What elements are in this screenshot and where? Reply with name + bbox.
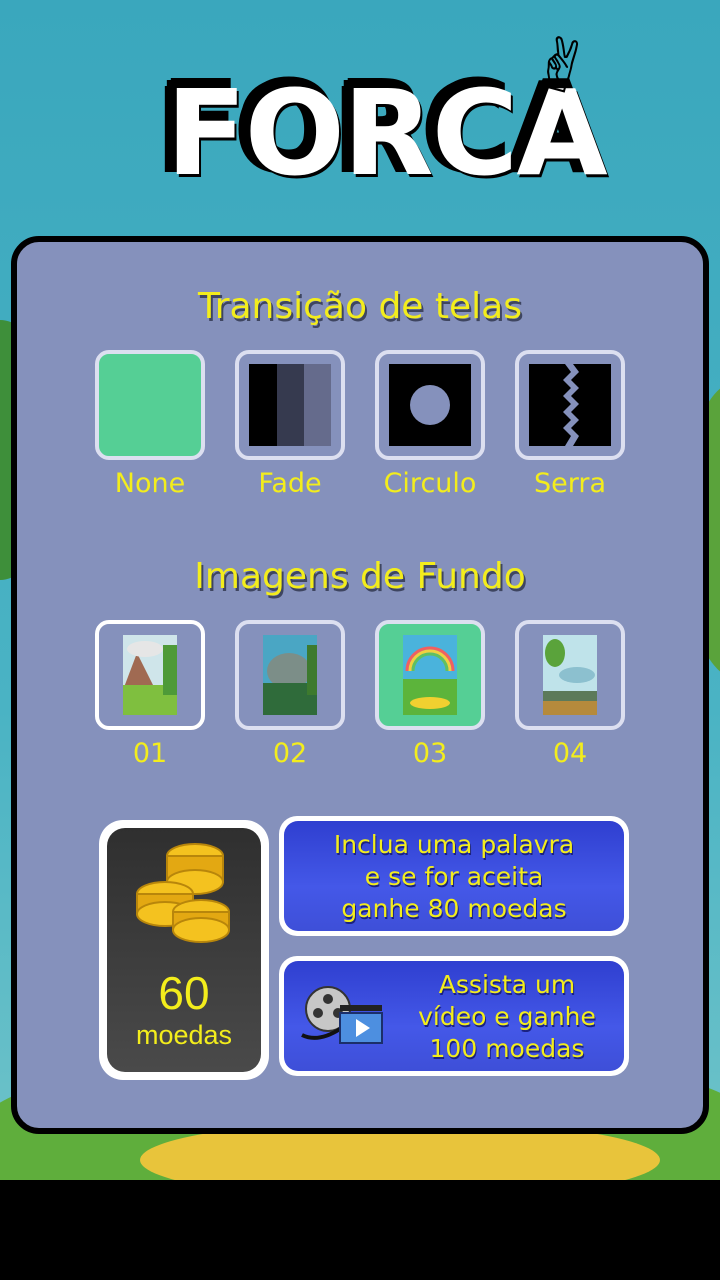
forest-landscape-thumbnail xyxy=(263,635,317,715)
suggest-word-button-inner: Inclua uma palavra e se for aceita ganhe… xyxy=(284,821,624,931)
suggest-word-button[interactable]: Inclua uma palavra e se for aceita ganhe… xyxy=(279,816,629,936)
transition-option-fade[interactable] xyxy=(235,350,345,460)
transition-label-saw: Serra xyxy=(533,468,607,499)
rainbow-landscape-thumbnail xyxy=(403,635,457,715)
coin-balance-card: 60 moedas xyxy=(99,820,269,1080)
watch-video-button-inner: Assista um vídeo e ganhe 100 moedas xyxy=(284,961,624,1071)
transition-label-none: None xyxy=(114,468,186,499)
transition-option-none[interactable] xyxy=(95,350,205,460)
coin-unit: moedas xyxy=(135,1020,233,1050)
game-background: FORCA ✌ Transição de telas None Fade Cir… xyxy=(0,0,720,1180)
background-option-03[interactable] xyxy=(375,620,485,730)
watch-video-text: Assista um vídeo e ganhe 100 moedas xyxy=(402,969,612,1065)
background-label-04: 04 xyxy=(552,738,588,769)
coin-balance-inner: 60 moedas xyxy=(107,828,261,1072)
transition-option-circle[interactable] xyxy=(375,350,485,460)
background-label-02: 02 xyxy=(272,738,308,769)
background-label-01: 01 xyxy=(132,738,168,769)
gold-coins-icon xyxy=(136,843,230,943)
mountain-landscape-thumbnail xyxy=(123,635,177,715)
film-reel-clapper-icon xyxy=(301,986,383,1044)
bottom-black-bar xyxy=(0,1180,720,1280)
suggest-word-line-1: Inclua uma palavra xyxy=(333,830,575,859)
floating-island-thumbnail xyxy=(543,635,597,715)
transitions-title: Transição de telas xyxy=(198,286,522,327)
background-option-04[interactable] xyxy=(515,620,625,730)
suggest-word-line-2: e se for aceita xyxy=(364,862,544,891)
saw-transition-icon xyxy=(529,364,611,446)
suggest-word-line-3: ganhe 80 moedas xyxy=(341,894,567,923)
game-logo: FORCA ✌ xyxy=(160,18,608,210)
watch-video-line-1: Assista um xyxy=(438,970,576,999)
coin-amount: 60 xyxy=(158,967,210,1019)
watch-video-button[interactable]: Assista um vídeo e ganhe 100 moedas xyxy=(279,956,629,1076)
transition-option-saw[interactable] xyxy=(515,350,625,460)
fade-transition-icon xyxy=(249,364,331,446)
background-option-01[interactable] xyxy=(95,620,205,730)
suggest-word-text: Inclua uma palavra e se for aceita ganhe… xyxy=(284,829,624,925)
background-option-02[interactable] xyxy=(235,620,345,730)
background-label-03: 03 xyxy=(412,738,448,769)
settings-panel: Transição de telas None Fade Circulo Ser… xyxy=(11,236,709,1134)
watch-video-line-2: vídeo e ganhe xyxy=(418,1002,596,1031)
transition-label-circle: Circulo xyxy=(383,468,477,499)
transition-label-fade: Fade xyxy=(258,468,322,499)
watch-video-line-3: 100 moedas xyxy=(429,1034,585,1063)
backgrounds-title: Imagens de Fundo xyxy=(194,556,526,597)
circle-transition-icon xyxy=(389,364,471,446)
